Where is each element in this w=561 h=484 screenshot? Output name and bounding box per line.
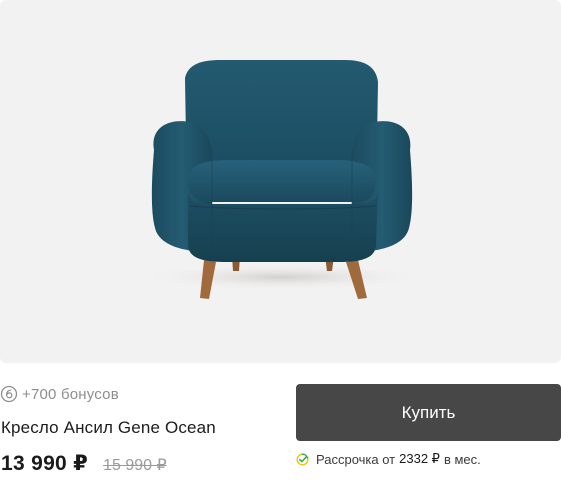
product-card[interactable]: +700 бонусов Кресло Ансил Gene Ocean 13 … <box>0 0 561 484</box>
chair-seat <box>187 160 376 202</box>
bonus-text: +700 бонусов <box>22 385 119 403</box>
product-title[interactable]: Кресло Ансил Gene Ocean <box>1 418 216 438</box>
product-image[interactable] <box>0 0 561 363</box>
old-price: 15 990 ₽ <box>103 457 167 474</box>
installment-amount: 2332 ₽ <box>399 451 440 466</box>
installment-info[interactable]: Рассрочка от 2332 ₽ в мес. <box>296 451 481 467</box>
installment-prefix: Рассрочка от <box>316 451 396 467</box>
price-row: 13 990 ₽ 15 990 ₽ <box>1 451 167 476</box>
installment-check-icon <box>296 452 309 466</box>
current-price: 13 990 ₽ <box>1 452 89 475</box>
bonus-coin-icon <box>0 385 18 403</box>
armchair-illustration <box>132 60 432 299</box>
floor-shadow <box>132 263 432 291</box>
installment-suffix: в мес. <box>443 451 481 467</box>
bonus-info: +700 бонусов <box>0 383 119 405</box>
buy-button[interactable]: Купить <box>296 384 561 441</box>
